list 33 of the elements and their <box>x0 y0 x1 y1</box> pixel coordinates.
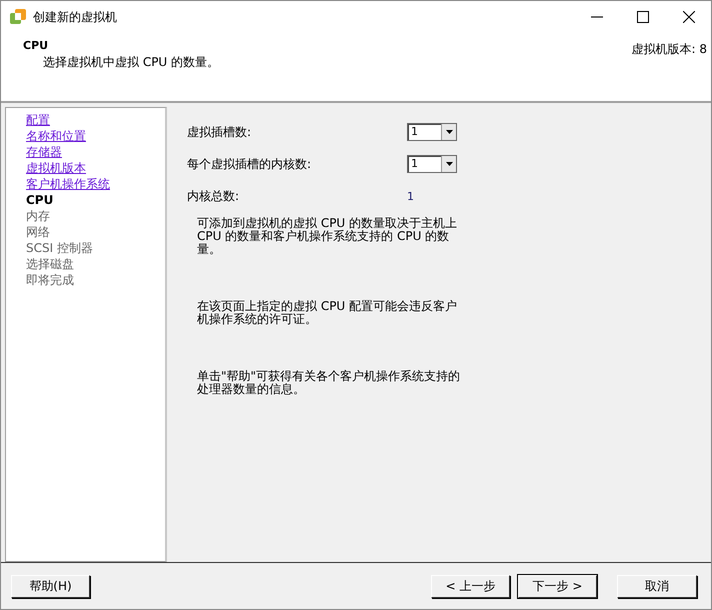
back-button[interactable]: < 上一步 <box>431 574 510 598</box>
cancel-button[interactable]: 取消 <box>617 574 697 598</box>
info-text: 在该页面上指定的虚拟 CPU 配置可能会违反客户机操作系统的许可证。 <box>197 300 458 326</box>
field-label: 虚拟插槽数: <box>187 124 252 140</box>
field-label: 每个虚拟插槽的内核数: <box>187 156 312 172</box>
field-value: 1 <box>407 190 415 202</box>
page-subtitle: 选择虚拟机中虚拟 CPU 的数量。 <box>43 54 220 71</box>
close-icon[interactable] <box>683 11 695 23</box>
dropdown[interactable]: 1 <box>407 155 457 173</box>
dropdown[interactable]: 1 <box>407 123 457 141</box>
step-item: SCSI 控制器 <box>26 240 93 256</box>
step-item: 即将完成 <box>26 272 74 288</box>
next-button[interactable]: 下一步 > <box>518 574 597 598</box>
maximize-icon[interactable] <box>637 11 649 23</box>
caret-icon <box>446 162 452 166</box>
app-logo-icon <box>9 8 27 26</box>
step-item: 网络 <box>26 224 50 240</box>
field-label: 内核总数: <box>187 188 240 204</box>
info-text: 单击"帮助"可获得有关各个客户机操作系统支持的处理器数量的信息。 <box>197 370 462 396</box>
info-text: 可添加到虚拟机的虚拟 CPU 的数量取决于主机上 CPU 的数量和客户机操作系统支持的 CPU 的数量。 <box>197 217 458 256</box>
step-item: 内存 <box>26 208 50 224</box>
page-title: CPU <box>23 39 50 52</box>
help-button[interactable]: 帮助(H) <box>11 574 90 598</box>
step-item: 选择磁盘 <box>26 256 74 272</box>
window-title: 创建新的虚拟机 <box>33 8 117 26</box>
version-label: 虚拟机版本: 8 <box>632 41 707 58</box>
step-link[interactable]: 存储器 <box>26 144 62 160</box>
step-link[interactable]: 虚拟机版本 <box>26 160 86 176</box>
caret-icon <box>446 130 452 134</box>
step-link[interactable]: 客户机操作系统 <box>26 176 110 192</box>
step-link[interactable]: 配置 <box>26 112 50 128</box>
step-link[interactable]: 名称和位置 <box>26 128 86 144</box>
step-item: CPU <box>26 192 54 208</box>
